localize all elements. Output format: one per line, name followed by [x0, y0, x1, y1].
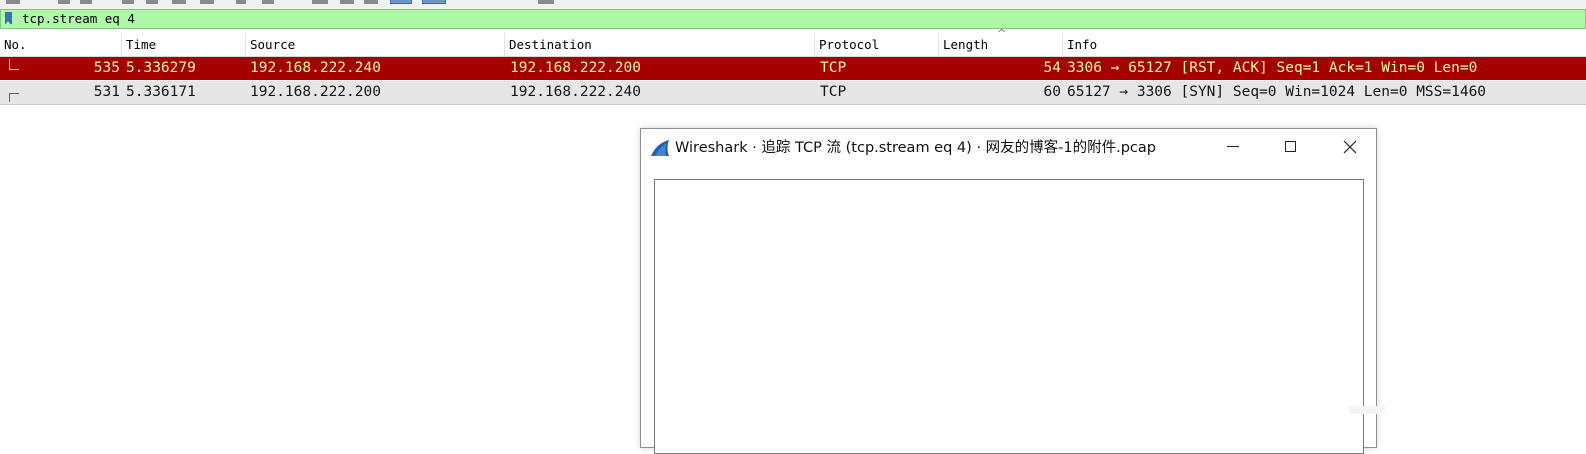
column-header-no[interactable]: No. — [0, 33, 122, 56]
background-artifact — [1349, 406, 1385, 414]
toolbar-icon[interactable] — [236, 0, 246, 4]
toolbar-icon[interactable] — [312, 0, 328, 4]
toolbar-icon[interactable] — [262, 0, 274, 4]
packet-length: 60 — [1043, 84, 1061, 100]
filter-bookmark-icon[interactable] — [5, 12, 12, 25]
display-filter-input[interactable]: tcp.stream eq 4 — [22, 11, 135, 27]
packet-protocol: TCP — [820, 84, 847, 100]
auto-scroll-toggle-icon[interactable] — [422, 0, 446, 4]
packet-length: 54 — [1043, 60, 1061, 76]
packet-source: 192.168.222.200 — [250, 84, 381, 100]
close-icon — [1343, 140, 1357, 154]
display-filter-bar[interactable]: tcp.stream eq 4 — [0, 9, 1586, 29]
toolbar-icon[interactable] — [340, 0, 354, 4]
dialog-title: Wireshark · 追踪 TCP 流 (tcp.stream eq 4) ·… — [675, 140, 1156, 156]
toolbar-icon[interactable] — [200, 0, 214, 4]
packet-row[interactable]: 531 5.336171 192.168.222.200 192.168.222… — [0, 81, 1586, 105]
close-button[interactable] — [1326, 129, 1372, 165]
maximize-button[interactable] — [1268, 129, 1314, 165]
minimize-icon — [1227, 146, 1239, 147]
dialog-titlebar[interactable]: Wireshark · 追踪 TCP 流 (tcp.stream eq 4) ·… — [641, 129, 1376, 167]
sort-ascending-icon: ^ — [997, 27, 1007, 40]
packet-no: 535 — [93, 60, 120, 76]
packet-list-header: No. Time Source Destination Protocol Len… — [0, 33, 1586, 57]
packet-destination: 192.168.222.200 — [510, 60, 641, 76]
packet-time: 5.336171 — [126, 84, 196, 100]
toolbar-icon[interactable] — [58, 0, 70, 4]
minimize-button[interactable] — [1210, 129, 1256, 165]
packet-protocol: TCP — [820, 60, 847, 76]
column-header-source[interactable]: Source — [246, 33, 505, 56]
column-header-time[interactable]: Time — [122, 33, 246, 56]
toolbar-icon[interactable] — [6, 0, 20, 4]
main-toolbar — [0, 0, 1586, 9]
column-header-destination[interactable]: Destination — [505, 33, 815, 56]
toolbar-icon[interactable] — [122, 0, 134, 4]
packet-destination: 192.168.222.240 — [510, 84, 641, 100]
packet-no: 531 — [93, 84, 120, 100]
packet-source: 192.168.222.240 — [250, 60, 381, 76]
packet-time: 5.336279 — [126, 60, 196, 76]
packet-row[interactable]: 535 5.336279 192.168.222.240 192.168.222… — [0, 57, 1586, 80]
toolbar-icon[interactable] — [364, 0, 378, 4]
follow-tcp-stream-dialog: Wireshark · 追踪 TCP 流 (tcp.stream eq 4) ·… — [640, 128, 1377, 454]
column-header-info[interactable]: Info — [1063, 33, 1586, 56]
toolbar-icon[interactable] — [538, 0, 554, 4]
wireshark-fin-icon — [651, 140, 669, 156]
column-header-protocol[interactable]: Protocol — [815, 33, 939, 56]
stream-content-textarea[interactable] — [654, 179, 1364, 454]
maximize-icon — [1285, 141, 1296, 152]
packet-info: 65127 → 3306 [SYN] Seq=0 Win=1024 Len=0 … — [1067, 84, 1487, 100]
colorize-toggle-icon[interactable] — [390, 0, 412, 4]
toolbar-icon[interactable] — [80, 0, 92, 4]
packet-info: 3306 → 65127 [RST, ACK] Seq=1 Ack=1 Win=… — [1067, 60, 1478, 76]
toolbar-icon[interactable] — [146, 0, 158, 4]
toolbar-icon[interactable] — [172, 0, 186, 4]
